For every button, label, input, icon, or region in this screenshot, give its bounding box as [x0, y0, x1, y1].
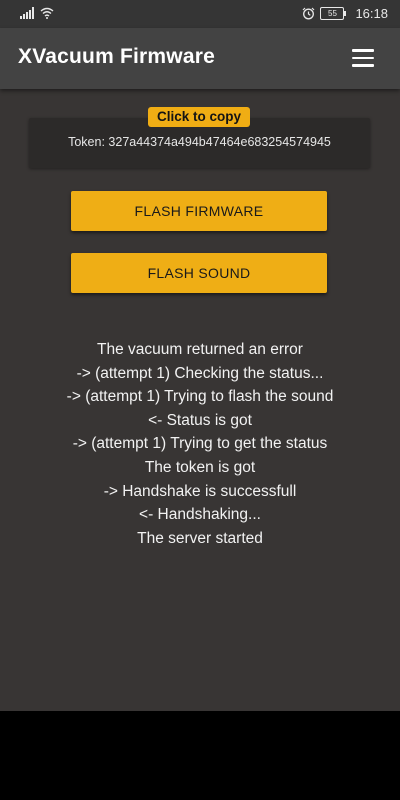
status-left-icons: [20, 7, 54, 19]
app-screen: 55 16:18 XVacuum Firmware Click to copy …: [0, 0, 400, 711]
log-list: The vacuum returned an error -> (attempt…: [0, 338, 400, 550]
bottom-black-area: [0, 711, 400, 800]
flash-firmware-button[interactable]: FLASH FIRMWARE: [71, 191, 327, 231]
status-bar: 55 16:18: [0, 0, 400, 28]
flash-sound-button[interactable]: FLASH SOUND: [71, 253, 327, 293]
log-line: -> Handshake is successfull: [103, 482, 297, 500]
status-right-icons: 55 16:18: [302, 6, 388, 21]
token-text: Token: 327a44374a494b47464e683254574945: [68, 135, 331, 149]
click-to-copy-badge[interactable]: Click to copy: [148, 107, 250, 127]
log-line: -> (attempt 1) Trying to flash the sound: [66, 388, 334, 406]
log-line: The token is got: [144, 458, 256, 476]
battery-icon: 55: [320, 7, 347, 20]
status-time: 16:18: [355, 6, 388, 21]
log-line: -> (attempt 1) Checking the status...: [76, 364, 324, 382]
hamburger-menu-icon[interactable]: [352, 49, 374, 67]
signal-icon: [20, 7, 34, 19]
wifi-icon: [40, 7, 54, 19]
log-line: <- Status is got: [148, 411, 252, 429]
alarm-icon: [303, 7, 315, 20]
log-line: The server started: [137, 529, 263, 547]
app-bar: XVacuum Firmware: [0, 28, 400, 89]
log-line: -> (attempt 1) Trying to get the status: [72, 435, 328, 453]
log-line: <- Handshaking...: [139, 506, 261, 524]
log-line: The vacuum returned an error: [97, 341, 303, 358]
app-title: XVacuum Firmware: [18, 45, 215, 68]
